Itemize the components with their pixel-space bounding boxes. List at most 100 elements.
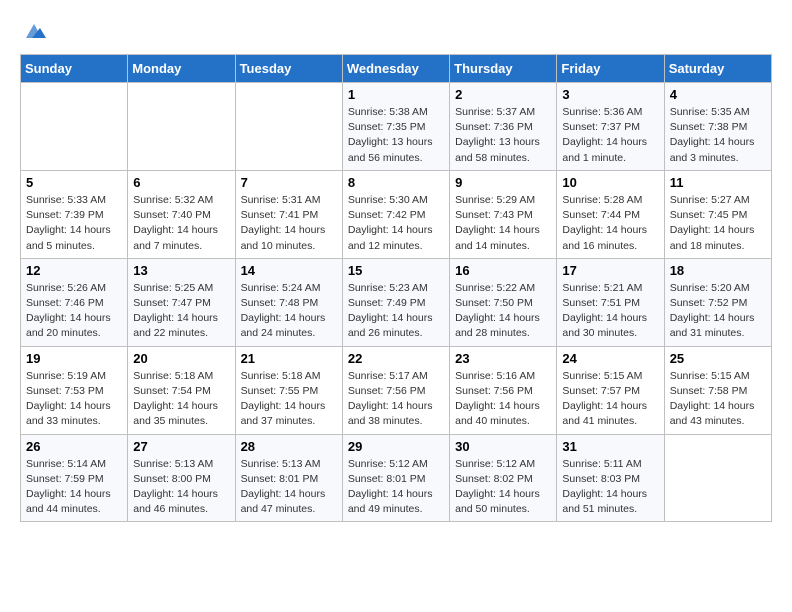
day-number: 2 bbox=[455, 87, 551, 102]
calendar-cell: 31 Sunrise: 5:11 AM Sunset: 8:03 PM Dayli… bbox=[557, 434, 664, 522]
calendar-cell bbox=[664, 434, 771, 522]
day-number: 28 bbox=[241, 439, 337, 454]
day-info: Sunrise: 5:20 AM Sunset: 7:52 PM Dayligh… bbox=[670, 281, 766, 342]
day-number: 10 bbox=[562, 175, 658, 190]
day-number: 16 bbox=[455, 263, 551, 278]
day-of-week-header: Monday bbox=[128, 55, 235, 83]
day-of-week-header: Saturday bbox=[664, 55, 771, 83]
day-info: Sunrise: 5:14 AM Sunset: 7:59 PM Dayligh… bbox=[26, 457, 122, 518]
day-number: 8 bbox=[348, 175, 444, 190]
day-info: Sunrise: 5:11 AM Sunset: 8:03 PM Dayligh… bbox=[562, 457, 658, 518]
calendar-cell: 12 Sunrise: 5:26 AM Sunset: 7:46 PM Dayli… bbox=[21, 258, 128, 346]
day-number: 23 bbox=[455, 351, 551, 366]
day-number: 29 bbox=[348, 439, 444, 454]
day-info: Sunrise: 5:12 AM Sunset: 8:02 PM Dayligh… bbox=[455, 457, 551, 518]
day-number: 6 bbox=[133, 175, 229, 190]
day-info: Sunrise: 5:32 AM Sunset: 7:40 PM Dayligh… bbox=[133, 193, 229, 254]
calendar-cell: 20 Sunrise: 5:18 AM Sunset: 7:54 PM Dayli… bbox=[128, 346, 235, 434]
calendar-cell: 3 Sunrise: 5:36 AM Sunset: 7:37 PM Daylig… bbox=[557, 83, 664, 171]
calendar-cell: 18 Sunrise: 5:20 AM Sunset: 7:52 PM Dayli… bbox=[664, 258, 771, 346]
calendar-cell: 9Sunrise: 5:29 AM Sunset: 7:43 PM Daylig… bbox=[450, 170, 557, 258]
calendar-cell: 8Sunrise: 5:30 AM Sunset: 7:42 PM Daylig… bbox=[342, 170, 449, 258]
logo bbox=[20, 20, 46, 44]
calendar-cell: 2 Sunrise: 5:37 AM Sunset: 7:36 PM Daylig… bbox=[450, 83, 557, 171]
header-row: SundayMondayTuesdayWednesdayThursdayFrid… bbox=[21, 55, 772, 83]
calendar-cell: 11 Sunrise: 5:27 AM Sunset: 7:45 PM Dayli… bbox=[664, 170, 771, 258]
calendar-cell: 24 Sunrise: 5:15 AM Sunset: 7:57 PM Dayli… bbox=[557, 346, 664, 434]
calendar-cell: 19 Sunrise: 5:19 AM Sunset: 7:53 PM Dayli… bbox=[21, 346, 128, 434]
calendar-cell: 16 Sunrise: 5:22 AM Sunset: 7:50 PM Dayli… bbox=[450, 258, 557, 346]
day-of-week-header: Wednesday bbox=[342, 55, 449, 83]
day-number: 24 bbox=[562, 351, 658, 366]
page-header bbox=[20, 20, 772, 44]
day-info: Sunrise: 5:37 AM Sunset: 7:36 PM Dayligh… bbox=[455, 105, 551, 166]
day-number: 25 bbox=[670, 351, 766, 366]
logo-icon bbox=[22, 20, 46, 44]
calendar-week-row: 5Sunrise: 5:33 AM Sunset: 7:39 PM Daylig… bbox=[21, 170, 772, 258]
day-info: Sunrise: 5:19 AM Sunset: 7:53 PM Dayligh… bbox=[26, 369, 122, 430]
day-info: Sunrise: 5:26 AM Sunset: 7:46 PM Dayligh… bbox=[26, 281, 122, 342]
calendar-cell: 23 Sunrise: 5:16 AM Sunset: 7:56 PM Dayli… bbox=[450, 346, 557, 434]
day-info: Sunrise: 5:16 AM Sunset: 7:56 PM Dayligh… bbox=[455, 369, 551, 430]
day-of-week-header: Tuesday bbox=[235, 55, 342, 83]
calendar-cell: 30 Sunrise: 5:12 AM Sunset: 8:02 PM Dayli… bbox=[450, 434, 557, 522]
day-number: 27 bbox=[133, 439, 229, 454]
day-number: 7 bbox=[241, 175, 337, 190]
calendar-week-row: 19 Sunrise: 5:19 AM Sunset: 7:53 PM Dayli… bbox=[21, 346, 772, 434]
calendar-cell: 10Sunrise: 5:28 AM Sunset: 7:44 PM Dayli… bbox=[557, 170, 664, 258]
day-number: 3 bbox=[562, 87, 658, 102]
calendar-week-row: 1Sunrise: 5:38 AM Sunset: 7:35 PM Daylig… bbox=[21, 83, 772, 171]
day-number: 14 bbox=[241, 263, 337, 278]
day-info: Sunrise: 5:18 AM Sunset: 7:54 PM Dayligh… bbox=[133, 369, 229, 430]
day-number: 21 bbox=[241, 351, 337, 366]
day-number: 5 bbox=[26, 175, 122, 190]
day-info: Sunrise: 5:36 AM Sunset: 7:37 PM Dayligh… bbox=[562, 105, 658, 166]
day-number: 18 bbox=[670, 263, 766, 278]
day-of-week-header: Sunday bbox=[21, 55, 128, 83]
calendar-cell: 15 Sunrise: 5:23 AM Sunset: 7:49 PM Dayli… bbox=[342, 258, 449, 346]
day-info: Sunrise: 5:13 AM Sunset: 8:01 PM Dayligh… bbox=[241, 457, 337, 518]
day-info: Sunrise: 5:22 AM Sunset: 7:50 PM Dayligh… bbox=[455, 281, 551, 342]
day-number: 31 bbox=[562, 439, 658, 454]
day-number: 13 bbox=[133, 263, 229, 278]
day-info: Sunrise: 5:12 AM Sunset: 8:01 PM Dayligh… bbox=[348, 457, 444, 518]
calendar-cell: 21Sunrise: 5:18 AM Sunset: 7:55 PM Dayli… bbox=[235, 346, 342, 434]
calendar-cell: 13 Sunrise: 5:25 AM Sunset: 7:47 PM Dayli… bbox=[128, 258, 235, 346]
day-number: 19 bbox=[26, 351, 122, 366]
calendar-cell: 1Sunrise: 5:38 AM Sunset: 7:35 PM Daylig… bbox=[342, 83, 449, 171]
calendar-cell bbox=[128, 83, 235, 171]
day-number: 30 bbox=[455, 439, 551, 454]
calendar-cell: 22 Sunrise: 5:17 AM Sunset: 7:56 PM Dayli… bbox=[342, 346, 449, 434]
day-info: Sunrise: 5:13 AM Sunset: 8:00 PM Dayligh… bbox=[133, 457, 229, 518]
day-of-week-header: Friday bbox=[557, 55, 664, 83]
day-info: Sunrise: 5:15 AM Sunset: 7:58 PM Dayligh… bbox=[670, 369, 766, 430]
calendar-cell bbox=[21, 83, 128, 171]
calendar-cell bbox=[235, 83, 342, 171]
day-number: 15 bbox=[348, 263, 444, 278]
calendar-cell: 6 Sunrise: 5:32 AM Sunset: 7:40 PM Daylig… bbox=[128, 170, 235, 258]
day-info: Sunrise: 5:23 AM Sunset: 7:49 PM Dayligh… bbox=[348, 281, 444, 342]
day-info: Sunrise: 5:17 AM Sunset: 7:56 PM Dayligh… bbox=[348, 369, 444, 430]
calendar-cell: 5Sunrise: 5:33 AM Sunset: 7:39 PM Daylig… bbox=[21, 170, 128, 258]
calendar-week-row: 12 Sunrise: 5:26 AM Sunset: 7:46 PM Dayli… bbox=[21, 258, 772, 346]
day-number: 4 bbox=[670, 87, 766, 102]
day-info: Sunrise: 5:15 AM Sunset: 7:57 PM Dayligh… bbox=[562, 369, 658, 430]
day-number: 11 bbox=[670, 175, 766, 190]
day-info: Sunrise: 5:35 AM Sunset: 7:38 PM Dayligh… bbox=[670, 105, 766, 166]
day-number: 17 bbox=[562, 263, 658, 278]
calendar-cell: 4 Sunrise: 5:35 AM Sunset: 7:38 PM Daylig… bbox=[664, 83, 771, 171]
day-number: 12 bbox=[26, 263, 122, 278]
calendar-table: SundayMondayTuesdayWednesdayThursdayFrid… bbox=[20, 54, 772, 522]
day-number: 22 bbox=[348, 351, 444, 366]
day-number: 20 bbox=[133, 351, 229, 366]
calendar-cell: 14Sunrise: 5:24 AM Sunset: 7:48 PM Dayli… bbox=[235, 258, 342, 346]
calendar-cell: 29 Sunrise: 5:12 AM Sunset: 8:01 PM Dayli… bbox=[342, 434, 449, 522]
calendar-cell: 7 Sunrise: 5:31 AM Sunset: 7:41 PM Daylig… bbox=[235, 170, 342, 258]
day-info: Sunrise: 5:25 AM Sunset: 7:47 PM Dayligh… bbox=[133, 281, 229, 342]
calendar-week-row: 26 Sunrise: 5:14 AM Sunset: 7:59 PM Dayli… bbox=[21, 434, 772, 522]
day-number: 1 bbox=[348, 87, 444, 102]
day-number: 26 bbox=[26, 439, 122, 454]
day-info: Sunrise: 5:27 AM Sunset: 7:45 PM Dayligh… bbox=[670, 193, 766, 254]
day-info: Sunrise: 5:31 AM Sunset: 7:41 PM Dayligh… bbox=[241, 193, 337, 254]
day-number: 9 bbox=[455, 175, 551, 190]
